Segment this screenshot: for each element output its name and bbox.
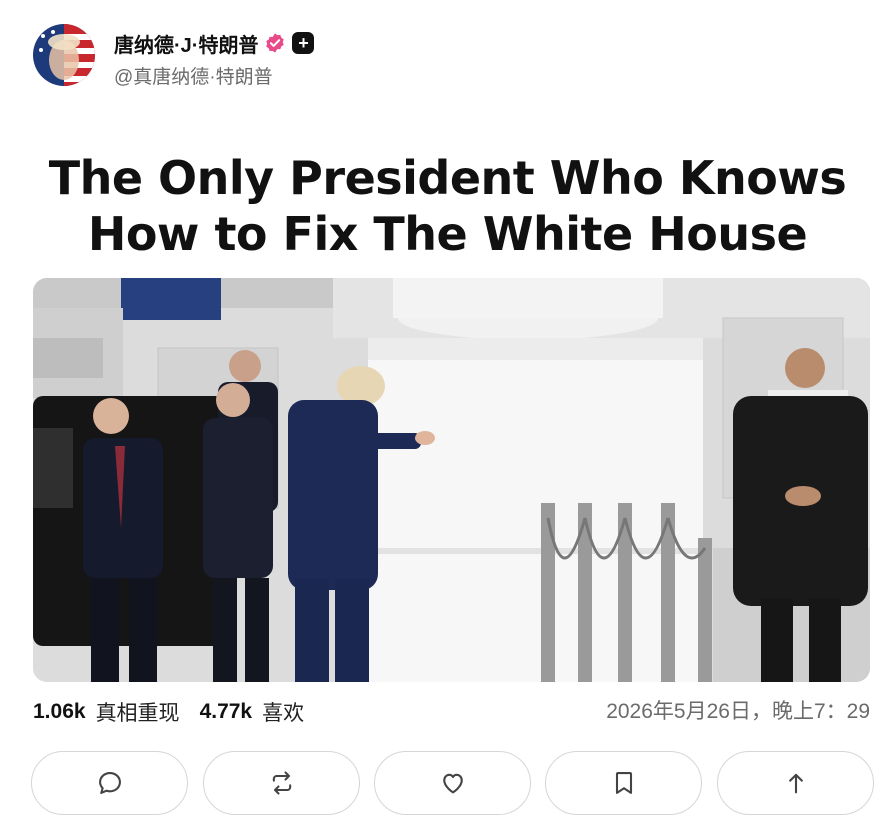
reply-icon xyxy=(98,772,121,794)
like-button[interactable] xyxy=(374,751,531,815)
avatar[interactable] xyxy=(33,24,95,86)
share-icon xyxy=(788,773,803,794)
repost-icon xyxy=(272,771,291,795)
share-button[interactable] xyxy=(717,751,874,815)
name-row: 唐纳德·J·特朗普 + xyxy=(114,28,315,58)
headline-line-2: How to Fix The White House xyxy=(87,207,808,261)
plus-badge-icon: + xyxy=(292,32,315,54)
post-timestamp: 2026年5月26日，晚上7：29 xyxy=(606,700,870,723)
reposts-label[interactable]: 真相重现 xyxy=(96,697,180,727)
likes-label[interactable]: 喜欢 xyxy=(262,697,304,727)
repost-button[interactable] xyxy=(203,751,360,815)
post-image[interactable] xyxy=(33,278,870,682)
post-header: 唐纳德·J·特朗普 + @真唐纳德·特朗普 xyxy=(33,24,853,88)
display-name[interactable]: 唐纳德·J·特朗普 xyxy=(114,29,258,58)
reply-button[interactable] xyxy=(31,751,188,815)
user-handle[interactable]: @真唐纳德·特朗普 xyxy=(114,62,273,89)
like-icon xyxy=(442,773,463,794)
post-headline: The Only President Who Knows How to Fix … xyxy=(20,150,875,262)
likes-count[interactable]: 4.77k xyxy=(200,700,253,724)
post-stats: 1.06k 真相重现 4.77k 喜欢 xyxy=(33,696,314,728)
bookmark-button[interactable] xyxy=(545,751,702,815)
reposts-count[interactable]: 1.06k xyxy=(33,700,86,724)
action-bar xyxy=(31,751,877,817)
headline-line-1: The Only President Who Knows xyxy=(48,151,847,205)
bookmark-icon xyxy=(615,772,632,794)
verified-badge-icon xyxy=(266,33,285,53)
